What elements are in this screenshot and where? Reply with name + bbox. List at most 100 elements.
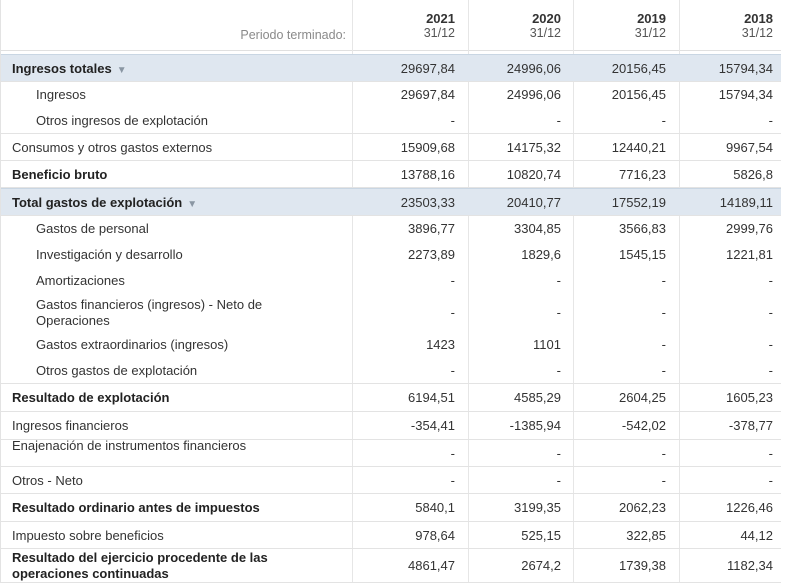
value-cell: 1182,34: [726, 558, 773, 573]
value-cell: -378,77: [728, 418, 773, 433]
row-label-text: Enajenación de instrumentos financieros: [12, 438, 247, 453]
row-label: Amortizaciones: [36, 273, 306, 289]
income-statement-table: Periodo terminado: 2021 31/12 2020 31/12 201…: [0, 0, 781, 583]
table-row: Otros - Neto - - - -: [1, 467, 781, 494]
row-label: Otros gastos de explotación: [36, 363, 306, 379]
value-cell: 1829,6: [521, 247, 561, 262]
value-cell: 14175,32: [506, 140, 561, 155]
table-row: Otros ingresos de explotación - - - -: [1, 108, 781, 134]
row-label: Gastos extraordinarios (ingresos): [36, 337, 306, 353]
column-year: 2019: [637, 11, 666, 26]
table-row: Ingresos financieros -354,41 -1385,94 -542,…: [1, 412, 781, 440]
row-label-text: Beneficio bruto: [12, 167, 108, 182]
value-cell: -: [661, 337, 666, 352]
chevron-down-icon[interactable]: ▼: [187, 197, 197, 213]
value-cell: 1545,15: [619, 247, 666, 262]
value-cell: -: [450, 473, 455, 488]
column-date: 31/12: [634, 26, 666, 40]
row-label-text: Otros ingresos de explotación: [36, 113, 208, 128]
row-label: Gastos financieros (ingresos) - Neto de …: [36, 297, 306, 329]
table-row-expandable[interactable]: Total gastos de explotación ▼ 23503,33 2041…: [1, 188, 781, 216]
table-row: Resultado de explotación 6194,51 4585,29 26…: [1, 384, 781, 412]
value-cell: 3199,35: [514, 500, 561, 515]
value-cell: -: [450, 305, 455, 320]
column-header-2: 2019 31/12: [586, 11, 666, 41]
row-label: Gastos de personal: [36, 221, 306, 237]
value-cell: 525,15: [521, 528, 561, 543]
column-date: 31/12: [529, 26, 561, 40]
value-cell: 4585,29: [514, 390, 561, 405]
table-row: Consumos y otros gastos externos 15909,68…: [1, 134, 781, 161]
value-cell: -: [661, 273, 666, 288]
value-cell: 1423: [426, 337, 455, 352]
row-label: Otros - Neto: [12, 473, 312, 489]
value-cell: 10820,74: [506, 167, 561, 182]
row-label: Impuesto sobre beneficios: [12, 528, 312, 544]
value-cell: 1605,23: [726, 390, 773, 405]
value-cell: 2062,23: [619, 500, 666, 515]
column-header-0: 2021 31/12: [375, 11, 455, 41]
value-cell: 29697,84: [400, 87, 455, 102]
value-cell: -: [556, 305, 561, 320]
value-cell: -: [768, 363, 773, 378]
column-date: 31/12: [741, 26, 773, 40]
row-label-text: Total gastos de explotación: [12, 195, 183, 210]
table-row: Enajenación de instrumentos financieros -…: [1, 438, 781, 467]
value-cell: -1385,94: [509, 418, 561, 433]
row-label-text: Otros gastos de explotación: [36, 363, 198, 378]
value-cell: 3304,85: [514, 221, 561, 236]
table-header: Periodo terminado: 2021 31/12 2020 31/12 201…: [1, 0, 781, 51]
table-row: Amortizaciones - - - -: [1, 268, 781, 294]
value-cell: 1101: [533, 337, 561, 352]
table-row: Resultado ordinario antes de impuestos 58…: [1, 494, 781, 522]
value-cell: -: [768, 273, 773, 288]
value-cell: -354,41: [410, 418, 455, 433]
value-cell: 20156,45: [611, 87, 666, 102]
value-cell: 7716,23: [619, 167, 666, 182]
value-cell: 13788,16: [400, 167, 455, 182]
value-cell: 15794,34: [718, 61, 773, 76]
value-cell: 3566,83: [619, 221, 666, 236]
value-cell: -542,02: [621, 418, 666, 433]
row-label: Resultado de explotación: [12, 390, 312, 406]
value-cell: 5840,1: [415, 500, 455, 515]
value-cell: -: [661, 113, 666, 128]
value-cell: 23503,33: [400, 195, 455, 210]
value-cell: -: [556, 473, 561, 488]
column-header-3: 2018 31/12: [693, 11, 773, 41]
value-cell: -: [768, 473, 773, 488]
table-row: Beneficio bruto 13788,16 10820,74 7716,23 58…: [1, 161, 781, 188]
value-cell: 322,85: [626, 528, 666, 543]
value-cell: -: [661, 363, 666, 378]
chevron-down-icon[interactable]: ▼: [117, 63, 127, 79]
row-label-text: Impuesto sobre beneficios: [12, 528, 164, 543]
value-cell: 20156,45: [611, 61, 666, 76]
value-cell: -: [556, 363, 561, 378]
table-row: Impuesto sobre beneficios 978,64 525,15 322…: [1, 522, 781, 549]
row-label: Ingresos: [36, 87, 306, 103]
value-cell: -: [450, 113, 455, 128]
value-cell: 9967,54: [726, 140, 773, 155]
column-year: 2020: [532, 11, 561, 26]
row-label-text: Gastos extraordinarios (ingresos): [36, 337, 229, 352]
value-cell: 17552,19: [611, 195, 666, 210]
row-label: Ingresos totales ▼: [12, 61, 312, 79]
value-cell: -: [768, 446, 773, 461]
row-label: Investigación y desarrollo: [36, 247, 306, 263]
value-cell: -: [556, 113, 561, 128]
value-cell: 3896,77: [408, 221, 455, 236]
value-cell: 5826,8: [733, 167, 773, 182]
value-cell: -: [661, 305, 666, 320]
value-cell: 2674,2: [521, 558, 561, 573]
value-cell: 44,12: [740, 528, 773, 543]
value-cell: 978,64: [415, 528, 455, 543]
column-year: 2021: [426, 11, 455, 26]
row-label-text: Investigación y desarrollo: [36, 247, 183, 262]
column-date: 31/12: [423, 26, 455, 40]
table-row-expandable[interactable]: Ingresos totales ▼ 29697,84 24996,06 20156,4…: [1, 54, 781, 82]
row-label-text: Ingresos: [36, 87, 86, 102]
row-label-text: Gastos de personal: [36, 221, 149, 236]
table-row: Investigación y desarrollo 2273,89 1829,6 1…: [1, 242, 781, 268]
row-label-text: Otros - Neto: [12, 473, 83, 488]
value-cell: 4861,47: [408, 558, 455, 573]
